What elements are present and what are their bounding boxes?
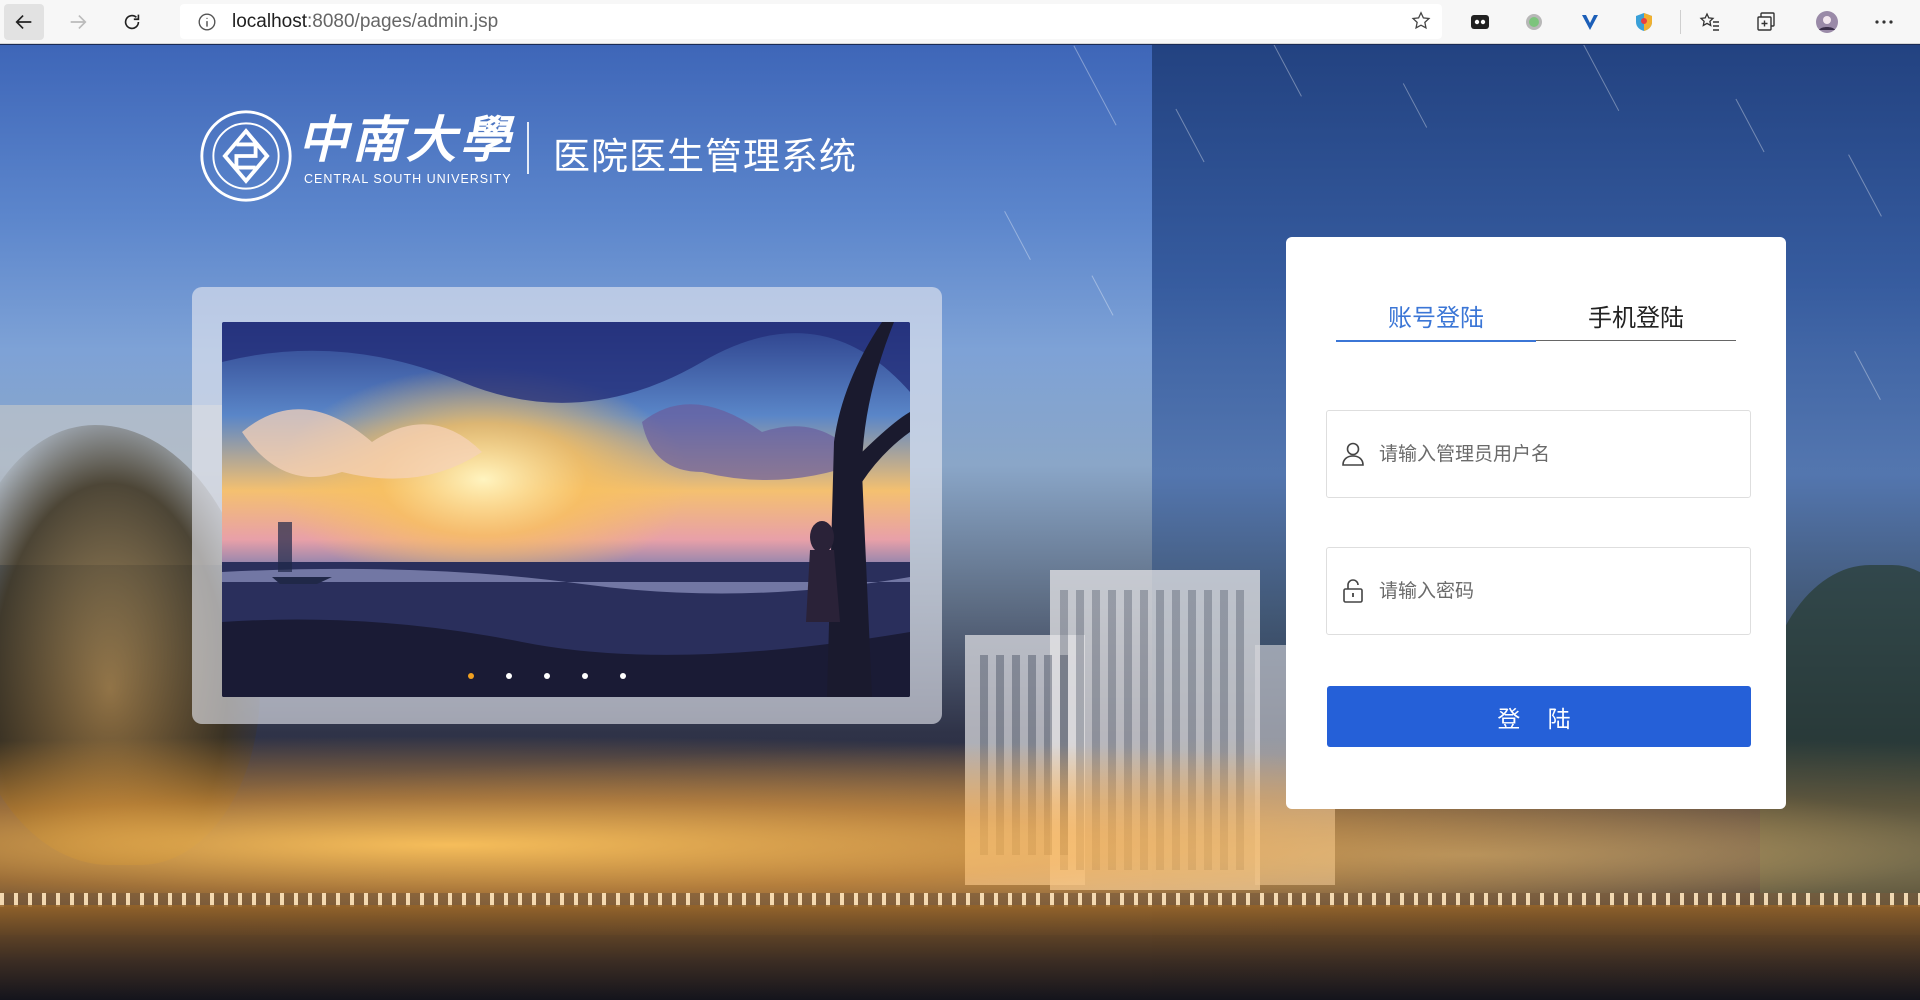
back-arrow-icon	[15, 14, 32, 29]
profile-avatar	[1816, 11, 1838, 33]
carousel-dot-3[interactable]	[544, 673, 550, 679]
sunset-sea-illustration	[222, 322, 910, 697]
forward-button[interactable]	[58, 4, 98, 40]
tab-account-login[interactable]: 账号登陆	[1336, 301, 1536, 342]
browser-toolbar: localhost:8080/pages/admin.jsp	[0, 0, 1920, 44]
password-field[interactable]	[1326, 547, 1751, 635]
user-icon	[1342, 442, 1364, 466]
star-icon[interactable]	[1410, 10, 1432, 32]
address-bar[interactable]: localhost:8080/pages/admin.jsp	[180, 4, 1442, 39]
toolbar-separator	[1680, 10, 1681, 34]
extension-icon-1[interactable]	[1466, 8, 1494, 36]
reload-button[interactable]	[112, 4, 152, 40]
green-circle-icon	[1526, 14, 1542, 30]
tab-phone-login[interactable]: 手机登陆	[1536, 301, 1736, 340]
lake-reflection	[0, 905, 1920, 1000]
colorful-shield-icon	[1636, 13, 1652, 31]
password-input[interactable]	[1379, 580, 1739, 602]
star-trail	[1091, 275, 1114, 316]
url-host: localhost	[232, 10, 307, 32]
system-title: 医院医生管理系统	[553, 135, 857, 178]
carousel-dot-2[interactable]	[506, 673, 512, 679]
url-text[interactable]: localhost:8080/pages/admin.jsp	[232, 11, 498, 33]
university-name: 中南大學 CENTRAL SOUTH UNIVERSITY	[298, 110, 514, 187]
university-seal-logo	[200, 110, 292, 202]
username-field[interactable]	[1326, 410, 1751, 498]
university-name-cn: 中南大學	[298, 110, 514, 169]
login-button[interactable]: 登 陆	[1327, 686, 1751, 747]
university-name-en: CENTRAL SOUTH UNIVERSITY	[304, 172, 512, 186]
back-button[interactable]	[4, 3, 44, 40]
favorites-icon	[1699, 12, 1719, 31]
site-info-icon[interactable]	[196, 11, 218, 33]
more-menu-icon	[1875, 20, 1893, 24]
carousel-dot-4[interactable]	[582, 673, 588, 679]
title-divider	[527, 122, 529, 174]
url-path: :8080/pages/admin.jsp	[307, 10, 499, 32]
extension-icon-4[interactable]	[1630, 8, 1658, 36]
carousel-dot-1[interactable]	[468, 673, 474, 679]
star-trail	[1004, 210, 1031, 261]
extension-icon-2[interactable]	[1520, 8, 1548, 36]
v-shield-icon	[1582, 15, 1598, 30]
star-trail	[1073, 45, 1117, 126]
login-tabs: 账号登陆 手机登陆	[1336, 301, 1736, 342]
login-card: 账号登陆 手机登陆 登 陆	[1286, 237, 1786, 809]
lock-icon	[1343, 579, 1363, 603]
extension-icon-3[interactable]	[1576, 8, 1604, 36]
collections-button[interactable]	[1752, 8, 1780, 36]
forward-arrow-icon	[70, 14, 87, 29]
carousel-slide-image[interactable]	[222, 322, 910, 697]
collections-icon	[1757, 12, 1775, 31]
puzzle-dark-icon	[1471, 15, 1489, 29]
favorites-button[interactable]	[1696, 8, 1724, 36]
carousel-dot-5[interactable]	[620, 673, 626, 679]
username-input[interactable]	[1379, 443, 1739, 465]
reload-icon	[124, 14, 140, 29]
more-menu-button[interactable]	[1870, 8, 1898, 36]
profile-button[interactable]	[1813, 8, 1841, 36]
